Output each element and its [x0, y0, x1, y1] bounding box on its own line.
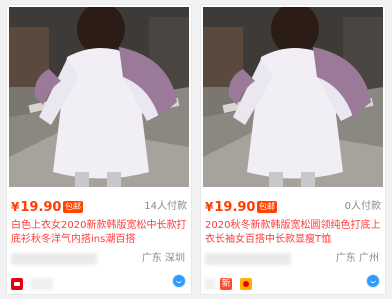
price: ¥19.90: [11, 200, 62, 215]
price-row: ¥19.90 包邮 0人付款: [205, 198, 381, 216]
store-badges: 新: [205, 273, 255, 290]
store-badge-blurred: [205, 277, 215, 290]
sold-count: 0人付款: [344, 201, 381, 212]
product-image[interactable]: [9, 7, 189, 187]
seller-location: 广东 广州: [335, 253, 379, 264]
sold-count: 14人付款: [144, 201, 187, 212]
price: ¥19.90: [205, 200, 256, 215]
free-shipping-badge: 包邮: [63, 201, 83, 213]
shop-name-blurred[interactable]: [205, 253, 291, 265]
product-image[interactable]: [203, 7, 383, 187]
shop-name-blurred[interactable]: [11, 253, 97, 265]
seller-location: 广东 深圳: [141, 253, 185, 264]
price-row: ¥19.90 包邮 14人付款: [11, 198, 187, 216]
product-title[interactable]: 2020秋冬新款韩版宽松圆领纯色打底上衣长袖女百搭中长款显瘦T恤: [205, 219, 381, 249]
store-badge-blurred: [31, 277, 54, 290]
free-shipping-badge: 包邮: [257, 201, 277, 213]
gold-seller-icon: [240, 277, 253, 290]
product-title[interactable]: 白色上衣女2020新款韩版宽松中长款打底衫秋冬洋气内搭ins潮百搭: [11, 219, 187, 249]
chat-icon[interactable]: [173, 275, 185, 287]
product-card[interactable]: ¥19.90 包邮 14人付款 白色上衣女2020新款韩版宽松中长款打底衫秋冬洋…: [6, 4, 192, 295]
chat-icon[interactable]: [367, 275, 379, 287]
new-store-icon: 新: [220, 277, 233, 290]
tmall-icon: [11, 277, 23, 290]
store-badges: [11, 273, 54, 290]
product-card[interactable]: ¥19.90 包邮 0人付款 2020秋冬新款韩版宽松圆领纯色打底上衣长袖女百搭…: [200, 4, 386, 295]
